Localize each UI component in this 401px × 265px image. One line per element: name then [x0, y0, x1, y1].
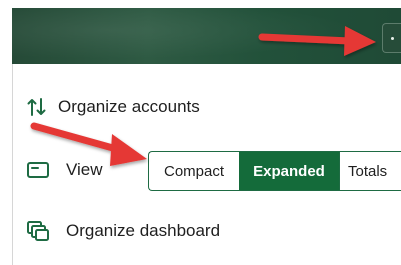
menu-item-view: View [26, 158, 103, 182]
more-options-button[interactable] [382, 23, 401, 53]
panel-divider [12, 64, 13, 265]
view-option-totals[interactable]: Totals [339, 152, 401, 190]
view-card-icon [26, 158, 50, 182]
view-option-expanded[interactable]: Expanded [239, 152, 339, 190]
organize-accounts-label: Organize accounts [58, 97, 200, 116]
organize-dashboard-label: Organize dashboard [66, 221, 221, 240]
screenshot-frame: Organize accounts View Compact Expanded … [0, 0, 401, 265]
more-vertical-icon [391, 37, 394, 40]
view-mode-toggle: Compact Expanded Totals [148, 151, 401, 191]
menu-item-organize-accounts[interactable]: Organize accounts [26, 95, 200, 119]
view-option-compact[interactable]: Compact [149, 152, 239, 190]
view-label: View [66, 160, 103, 179]
menu-item-organize-dashboard[interactable]: Organize dashboard [26, 219, 220, 243]
header-bar [12, 8, 401, 64]
stacked-windows-icon [26, 219, 50, 243]
sort-arrows-icon [26, 95, 50, 119]
